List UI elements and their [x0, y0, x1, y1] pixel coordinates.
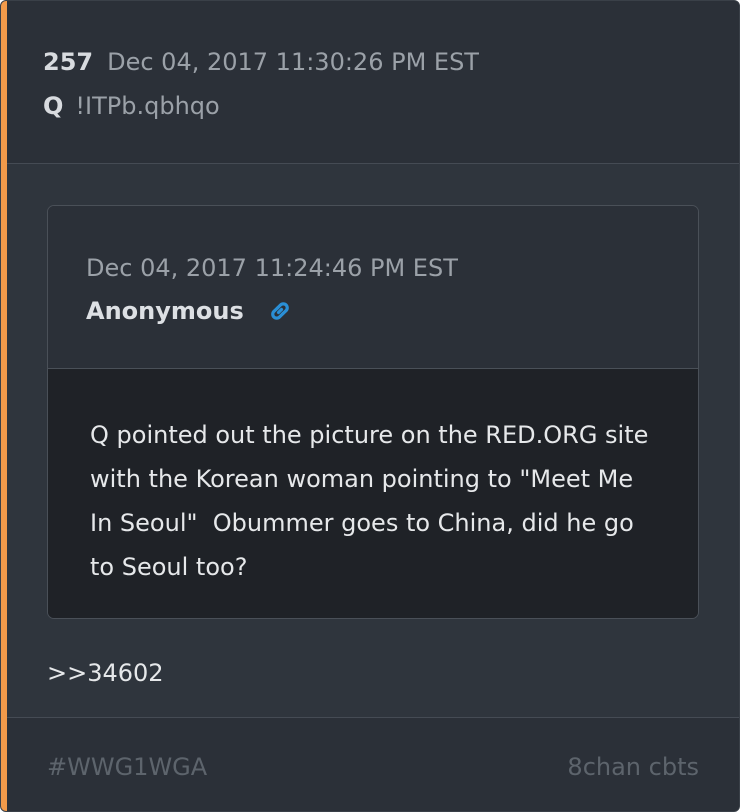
link-icon[interactable] — [266, 297, 294, 325]
source-label: 8chan cbts — [567, 753, 699, 781]
post-card: 257 Dec 04, 2017 11:30:26 PM EST Q !ITPb.q… — [0, 0, 740, 812]
post-footer: #WWG1WGA 8chan cbts — [7, 717, 739, 811]
post-tripcode: !ITPb.qbhqo — [75, 92, 220, 120]
quoted-post-text: Q pointed out the picture on the RED.ORG… — [90, 421, 649, 581]
quoted-post-author: Anonymous — [86, 297, 244, 325]
hashtag: #WWG1WGA — [47, 753, 208, 781]
quoted-post-body: Q pointed out the picture on the RED.ORG… — [48, 369, 698, 618]
quoted-post-author-row: Anonymous — [86, 295, 294, 327]
reply-reference[interactable]: >>34602 — [47, 657, 164, 689]
quoted-post-header: Dec 04, 2017 11:24:46 PM EST Anonymous — [48, 206, 698, 369]
post-header: 257 Dec 04, 2017 11:30:26 PM EST Q !ITPb.q… — [7, 1, 739, 164]
post-number: 257 — [43, 48, 94, 76]
post-meta-row: 257 Dec 04, 2017 11:30:26 PM EST — [43, 46, 479, 78]
quoted-post: Dec 04, 2017 11:24:46 PM EST Anonymous Q… — [47, 205, 699, 619]
post-author-row: Q !ITPb.qbhqo — [43, 90, 220, 122]
quoted-post-date: Dec 04, 2017 11:24:46 PM EST — [86, 254, 458, 282]
post-date: Dec 04, 2017 11:30:26 PM EST — [107, 48, 479, 76]
post-author: Q — [43, 92, 64, 120]
